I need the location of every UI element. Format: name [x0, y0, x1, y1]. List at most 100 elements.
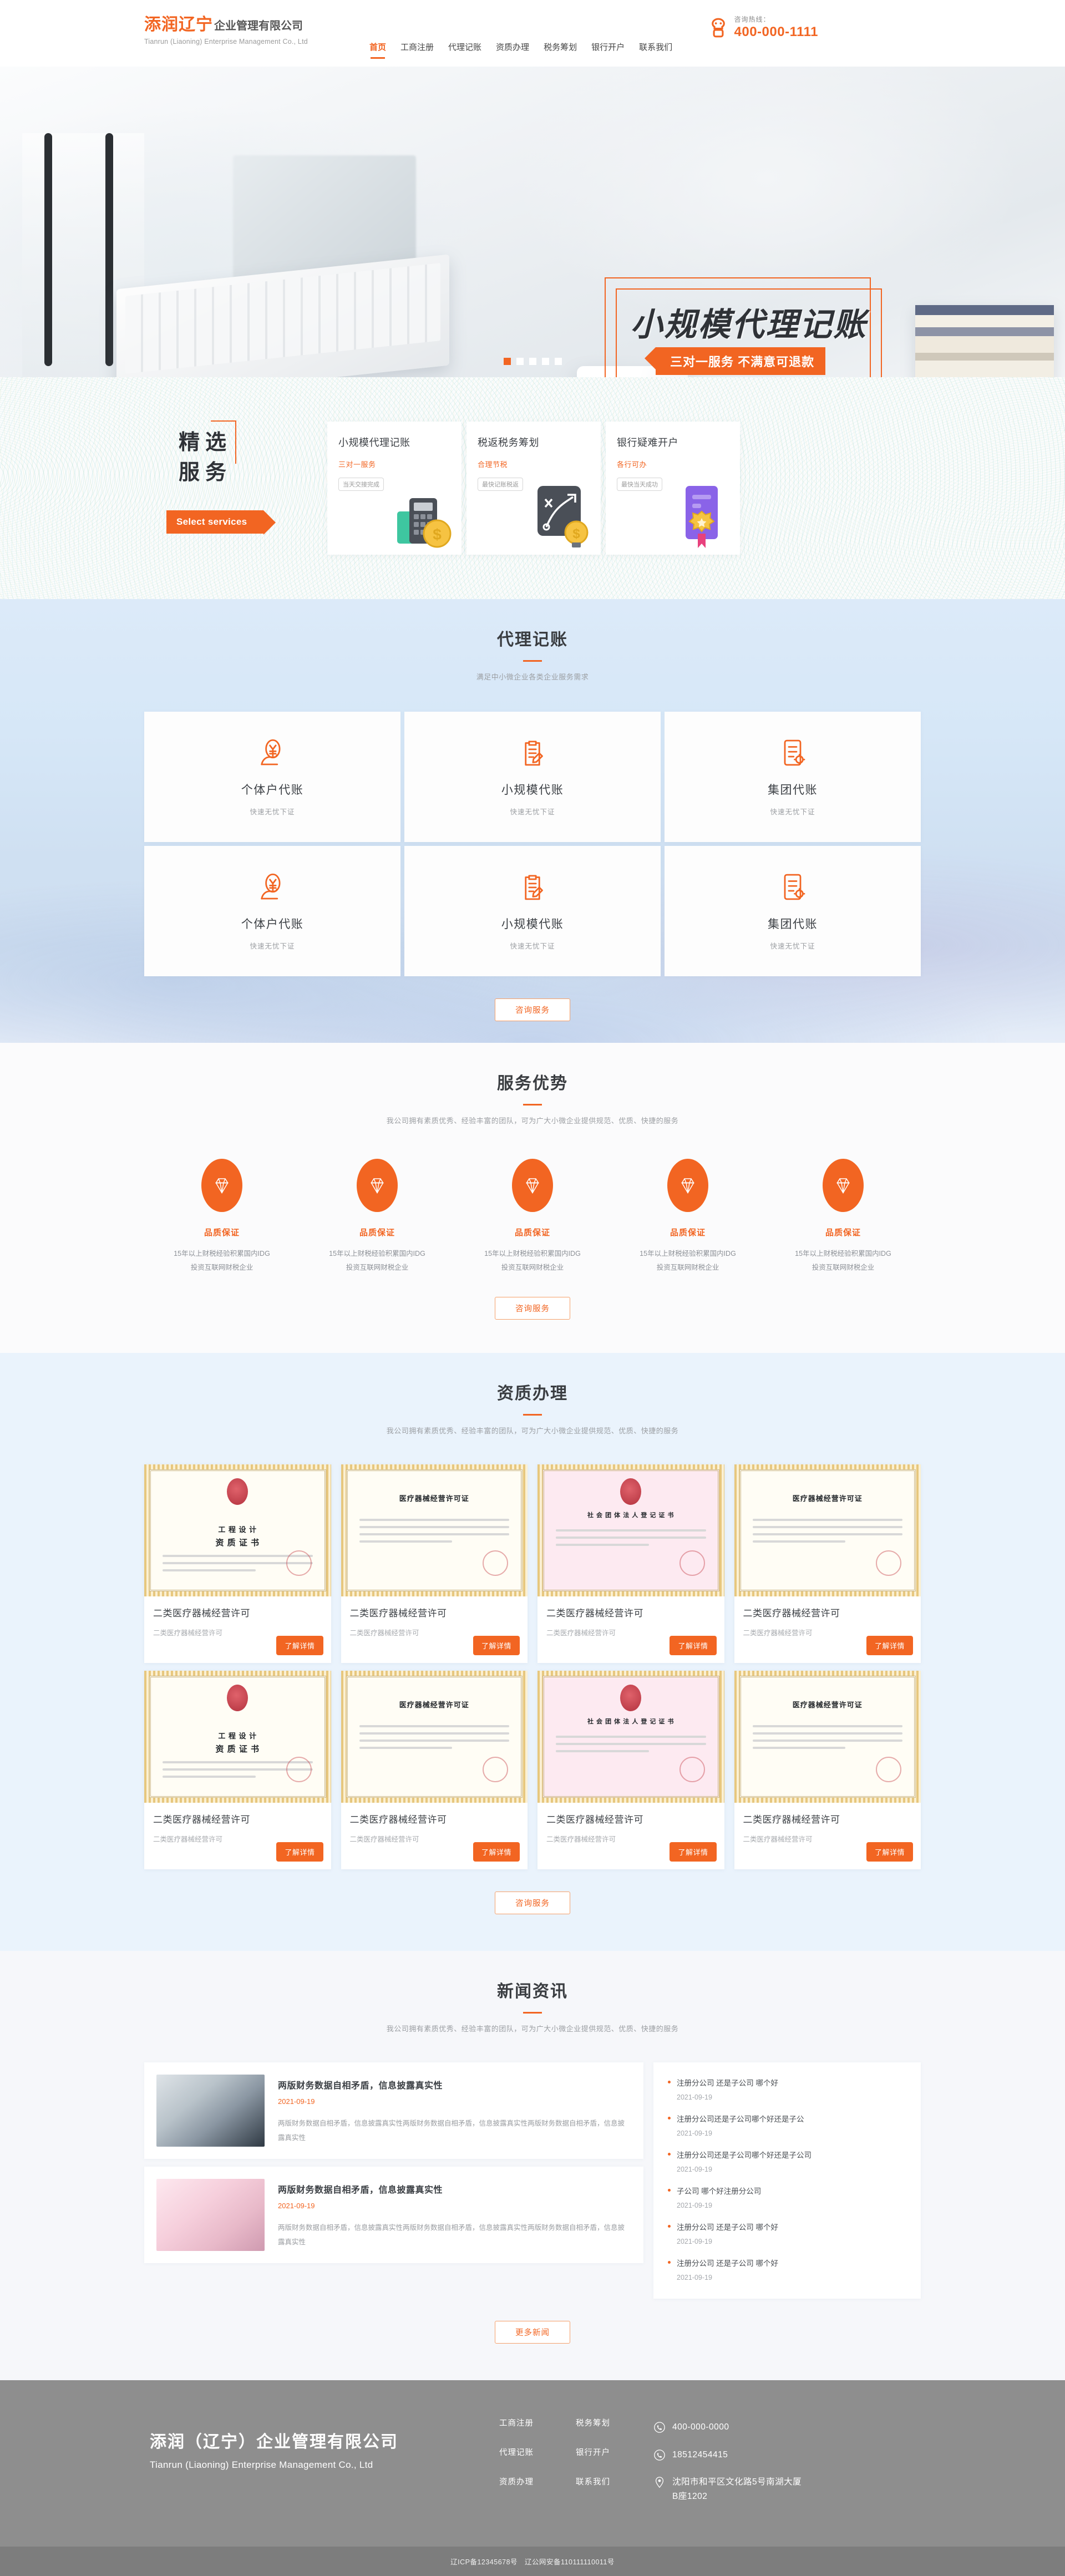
- qualification-consult-button[interactable]: 咨询服务: [495, 1892, 570, 1914]
- advantages-consult-button[interactable]: 咨询服务: [495, 1297, 570, 1320]
- more-news-button[interactable]: 更多新闻: [495, 2321, 570, 2344]
- qualification-detail-button[interactable]: 了解详情: [670, 1636, 717, 1655]
- news-section-desc: 我公司拥有素质优秀、经验丰富的团队，可为广大小微企业提供规范、优质、快捷的服务: [386, 2025, 679, 2033]
- advantage-desc: 15年以上财税经验积累国内IDG投资互联网财税企业: [795, 1250, 891, 1271]
- agency-card-individual-2[interactable]: 个体户代账 快速无忧下证: [144, 846, 400, 976]
- agency-card-desc: 快速无忧下证: [250, 808, 295, 816]
- certificate-image: 社 会 团 体 法 人 登 记 证 书: [537, 1464, 724, 1596]
- news-featured-item-1[interactable]: 两版财务数据自相矛盾，信息披露真实性 2021-09-19 两版财务数据自相矛盾…: [144, 2062, 643, 2159]
- hotline: 咨询热线： 400-000-1111: [708, 14, 819, 40]
- news-featured-item-2[interactable]: 两版财务数据自相矛盾，信息披露真实性 2021-09-19 两版财务数据自相矛盾…: [144, 2167, 643, 2263]
- agency-card-small-scale-2[interactable]: 小规模代账 快速无忧下证: [404, 846, 661, 976]
- news-list-item-1[interactable]: 注册分公司 还是子公司 哪个好 2021-09-19: [668, 2077, 906, 2101]
- certificate-medal-icon: [671, 483, 732, 549]
- hotline-number[interactable]: 400-000-1111: [734, 24, 819, 40]
- qualification-detail-button[interactable]: 了解详情: [473, 1636, 520, 1655]
- advantages-section-desc: 我公司拥有素质优秀、经验丰富的团队，可为广大小微企业提供规范、优质、快捷的服务: [386, 1117, 679, 1125]
- document-gear-icon: [777, 871, 808, 905]
- qualification-card-2[interactable]: 医疗器械经营许可证 二类医疗器械经营许可 二类医疗器械经营许可 了解详情: [341, 1464, 528, 1663]
- qualification-card-6[interactable]: 医疗器械经营许可证 二类医疗器械经营许可 二类医疗器械经营许可 了解详情: [341, 1671, 528, 1869]
- footer-phone-1[interactable]: 400-000-0000: [672, 2420, 729, 2435]
- diamond-icon: [823, 1159, 864, 1212]
- nav-item-contact[interactable]: 联系我们: [639, 41, 672, 59]
- advantage-item-5[interactable]: 品质保证 15年以上财税经验积累国内IDG投资互联网财税企业: [765, 1159, 921, 1275]
- qualification-detail-button[interactable]: 了解详情: [276, 1842, 323, 1862]
- qualification-card-8[interactable]: 医疗器械经营许可证 二类医疗器械经营许可 二类医疗器械经营许可 了解详情: [734, 1671, 921, 1869]
- news-list-item-2[interactable]: 注册分公司还是子公司哪个好还是子公 2021-09-19: [668, 2113, 906, 2137]
- logo-brand-en: Tianrun (Liaoning) Enterprise Management…: [144, 38, 308, 45]
- hand-yuan-icon: [257, 871, 288, 905]
- advantage-item-4[interactable]: 品质保证 15年以上财税经验积累国内IDG投资互联网财税企业: [610, 1159, 765, 1275]
- featured-services-section: 精选 服务 Select services 小规模代理记账 三对一服务 当天交接…: [0, 377, 1065, 599]
- carousel-dot-1[interactable]: [503, 358, 511, 365]
- footer-brand-en: Tianrun (Liaoning) Enterprise Management…: [150, 2460, 373, 2470]
- agency-card-group-1[interactable]: 集团代账 快速无忧下证: [665, 712, 921, 842]
- agency-bookkeeping-section: 代理记账 满足中小微企业各类企业服务需求 个体户代账 快速无忧下证 小规模代账 …: [0, 599, 1065, 1043]
- featured-card-title: 税返税务筹划: [478, 437, 539, 448]
- carousel-dot-2[interactable]: [516, 358, 524, 365]
- nav-item-home[interactable]: 首页: [369, 41, 386, 59]
- qualification-detail-button[interactable]: 了解详情: [670, 1842, 717, 1862]
- qualification-card-1[interactable]: 工 程 设 计 资 质 证 书 二类医疗器械经营许可 二类医疗器械经营许可 了解…: [144, 1464, 331, 1663]
- agency-consult-button[interactable]: 咨询服务: [495, 998, 570, 1021]
- nav-item-business-registration[interactable]: 工商注册: [400, 41, 434, 59]
- featured-card-badge: 最快当天成功: [617, 478, 662, 491]
- featured-card-subtitle: 各行可办: [617, 460, 647, 469]
- carousel-dot-3[interactable]: [529, 358, 536, 365]
- qualification-detail-button[interactable]: 了解详情: [276, 1636, 323, 1655]
- site-logo[interactable]: 添润辽宁 企业管理有限公司 Tianrun (Liaoning) Enterpr…: [144, 17, 308, 46]
- certificate-image: 医疗器械经营许可证: [734, 1464, 921, 1596]
- footer-contact-phone-2: 18512454415: [653, 2448, 805, 2462]
- featured-ribbon-label: Select services: [166, 510, 276, 535]
- news-list-item-5[interactable]: 注册分公司 还是子公司 哪个好 2021-09-19: [668, 2221, 906, 2245]
- footer-links: 工商注册 代理记账 资质办理 税务筹划 银行开户 联系我们: [499, 2412, 610, 2517]
- nav-item-agency-bookkeeping[interactable]: 代理记账: [448, 41, 481, 59]
- footer-phone-2[interactable]: 18512454415: [672, 2448, 728, 2462]
- agency-card-individual-1[interactable]: 个体户代账 快速无忧下证: [144, 712, 400, 842]
- agency-card-small-scale-1[interactable]: 小规模代账 快速无忧下证: [404, 712, 661, 842]
- qualification-card-7[interactable]: 社 会 团 体 法 人 登 记 证 书 二类医疗器械经营许可 二类医疗器械经营许…: [537, 1671, 724, 1869]
- nav-item-bank-account[interactable]: 银行开户: [591, 41, 625, 59]
- footer-link-contact[interactable]: 联系我们: [576, 2476, 610, 2487]
- agency-card-desc: 快速无忧下证: [770, 942, 815, 950]
- qualification-card-4[interactable]: 医疗器械经营许可证 二类医疗器械经营许可 二类医疗器械经营许可 了解详情: [734, 1464, 921, 1663]
- advantage-item-1[interactable]: 品质保证 15年以上财税经验积累国内IDG投资互联网财税企业: [144, 1159, 300, 1275]
- qualification-card-5[interactable]: 工 程 设 计 资 质 证 书 二类医疗器械经营许可 二类医疗器械经营许可 了解…: [144, 1671, 331, 1869]
- footer-link-agency-bookkeeping[interactable]: 代理记账: [499, 2446, 534, 2458]
- nav-item-tax-planning[interactable]: 税务筹划: [544, 41, 577, 59]
- featured-card-bank-account[interactable]: 银行疑难开户 各行可办 最快当天成功: [606, 422, 740, 555]
- featured-cards: 小规模代理记账 三对一服务 当天交接完成 $ 税返税务筹划 合理节税 最快记账税…: [327, 422, 740, 555]
- advantage-item-3[interactable]: 品质保证 15年以上财税经验积累国内IDG投资互联网财税企业: [455, 1159, 610, 1275]
- title-underline-decor: [523, 1104, 542, 1106]
- news-list-title: 子公司 哪个好注册分公司: [677, 2187, 762, 2195]
- certificate-image: 工 程 设 计 资 质 证 书: [144, 1464, 331, 1596]
- news-list-item-3[interactable]: 注册分公司还是子公司哪个好还是子公司 2021-09-19: [668, 2149, 906, 2173]
- footer-link-business-registration[interactable]: 工商注册: [499, 2417, 534, 2428]
- footer-links-column-1: 工商注册 代理记账 资质办理: [499, 2417, 534, 2517]
- qualification-detail-button[interactable]: 了解详情: [866, 1842, 913, 1862]
- carousel-dot-4[interactable]: [541, 358, 549, 365]
- advantages-grid: 品质保证 15年以上财税经验积累国内IDG投资互联网财税企业 品质保证 15年以…: [144, 1159, 921, 1275]
- carousel-dot-5[interactable]: [554, 358, 562, 365]
- featured-card-tax-planning[interactable]: 税返税务筹划 合理节税 最快记账税返 $: [466, 422, 601, 555]
- news-featured-list: 两版财务数据自相矛盾，信息披露真实性 2021-09-19 两版财务数据自相矛盾…: [144, 2062, 643, 2299]
- nav-item-qualification[interactable]: 资质办理: [496, 41, 529, 59]
- qualification-detail-button[interactable]: 了解详情: [473, 1842, 520, 1862]
- footer-link-bank-account[interactable]: 银行开户: [576, 2446, 610, 2458]
- featured-card-title: 银行疑难开户: [617, 437, 678, 448]
- footer-link-qualification[interactable]: 资质办理: [499, 2476, 534, 2487]
- qualification-card-title: 二类医疗器械经营许可: [546, 1814, 643, 1825]
- footer-link-tax-planning[interactable]: 税务筹划: [576, 2417, 610, 2428]
- news-list-item-6[interactable]: 注册分公司 还是子公司 哪个好 2021-09-19: [668, 2257, 906, 2281]
- featured-card-title: 小规模代理记账: [338, 437, 410, 448]
- featured-card-small-scale-bookkeeping[interactable]: 小规模代理记账 三对一服务 当天交接完成 $: [327, 422, 462, 555]
- advantages-section-header: 服务优势 我公司拥有素质优秀、经验丰富的团队，可为广大小微企业提供规范、优质、快…: [144, 1043, 921, 1125]
- qualification-card-3[interactable]: 社 会 团 体 法 人 登 记 证 书 二类医疗器械经营许可 二类医疗器械经营许…: [537, 1464, 724, 1663]
- footer-brand-cn: 添润（辽宁）企业管理有限公司: [150, 2433, 398, 2451]
- agency-card-group-2[interactable]: 集团代账 快速无忧下证: [665, 846, 921, 976]
- news-list-item-4[interactable]: 子公司 哪个好注册分公司 2021-09-19: [668, 2185, 906, 2209]
- qualification-detail-button[interactable]: 了解详情: [866, 1636, 913, 1655]
- advantage-item-2[interactable]: 品质保证 15年以上财税经验积累国内IDG投资互联网财税企业: [300, 1159, 455, 1275]
- hero-carousel[interactable]: 小规模代理记账 三对一服务 不满意可退款: [0, 67, 1065, 377]
- news-section-header: 新闻资讯 我公司拥有素质优秀、经验丰富的团队，可为广大小微企业提供规范、优质、快…: [144, 1951, 921, 2034]
